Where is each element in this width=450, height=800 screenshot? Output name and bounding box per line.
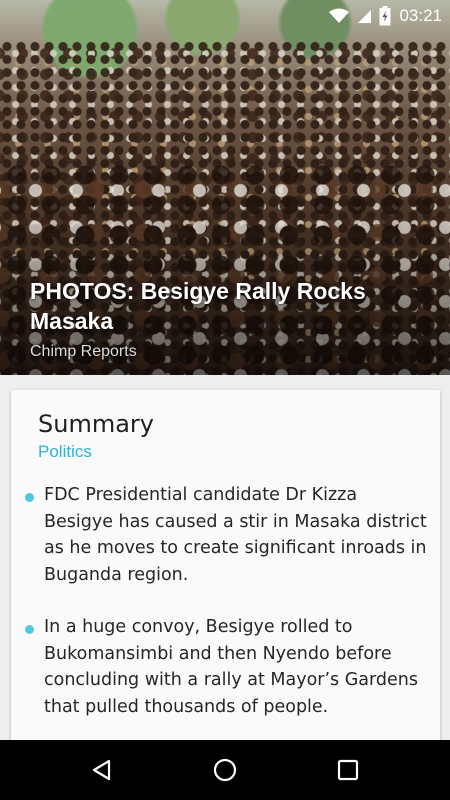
list-item: FDC Presidential candidate Dr Kizza Besi… xyxy=(25,482,430,588)
summary-heading: Summary xyxy=(38,410,154,438)
status-bar: 03:21 xyxy=(0,0,450,32)
bullet-dot-icon xyxy=(25,625,34,634)
bullet-text: FDC Presidential candidate Dr Kizza Besi… xyxy=(44,485,427,585)
summary-card: Summary Politics FDC Presidential candid… xyxy=(11,390,440,750)
back-button[interactable] xyxy=(72,745,132,795)
battery-icon xyxy=(379,6,391,26)
bullet-dot-icon xyxy=(25,493,34,502)
back-icon xyxy=(92,759,110,781)
recents-icon xyxy=(338,759,359,781)
category-label[interactable]: Politics xyxy=(38,442,92,462)
list-item: In a huge convoy, Besigye rolled to Buko… xyxy=(25,614,430,720)
article-source[interactable]: Chimp Reports xyxy=(30,343,137,361)
home-icon xyxy=(213,758,237,782)
app-screen: 03:21 PHOTOS: Besigye Rally Rocks Masaka… xyxy=(0,0,450,800)
recents-button[interactable] xyxy=(318,745,378,795)
home-button[interactable] xyxy=(195,745,255,795)
signal-icon xyxy=(357,8,372,24)
navigation-bar xyxy=(0,740,450,800)
article-title: PHOTOS: Besigye Rally Rocks Masaka xyxy=(30,278,366,334)
summary-bullet-list: FDC Presidential candidate Dr Kizza Besi… xyxy=(25,482,430,746)
status-time: 03:21 xyxy=(399,6,442,25)
wifi-icon xyxy=(329,8,350,24)
bullet-text: In a huge convoy, Besigye rolled to Buko… xyxy=(44,617,418,717)
